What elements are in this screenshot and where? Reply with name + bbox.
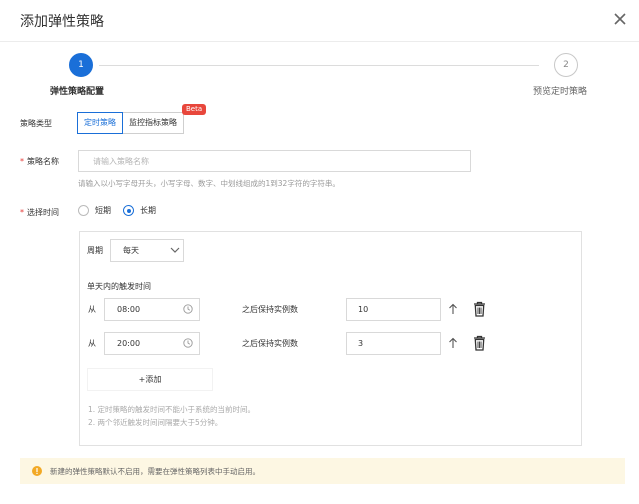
dialog-header: 添加弹性策略 bbox=[0, 0, 639, 42]
from-label: 从 bbox=[88, 339, 96, 348]
arrow-up-icon[interactable] bbox=[448, 303, 458, 315]
arrow-up-icon[interactable] bbox=[448, 337, 458, 349]
schedule-note: 1. 定时策略的触发时间不能小于系统的当前时间。 bbox=[88, 405, 256, 414]
close-icon[interactable] bbox=[610, 9, 630, 29]
step-1-label: 弹性策略配置 bbox=[50, 87, 105, 97]
warning-icon bbox=[32, 466, 42, 476]
period-value: 每天 bbox=[123, 246, 139, 255]
policy-type-metric-button[interactable]: 监控指标策略 bbox=[123, 112, 184, 134]
keep-instances-label: 之后保持实例数 bbox=[242, 339, 298, 348]
from-label: 从 bbox=[88, 305, 96, 314]
info-alert: 新建的弹性策略默认不启用，需要在弹性策略列表中手动启用。 bbox=[20, 458, 625, 484]
policy-name-input[interactable] bbox=[78, 150, 471, 172]
steps-connector bbox=[99, 65, 539, 66]
required-mark: * bbox=[20, 208, 24, 217]
chevron-down-icon bbox=[170, 247, 180, 253]
period-label: 周期 bbox=[87, 246, 103, 255]
trash-icon[interactable] bbox=[473, 301, 486, 317]
beta-badge: Beta bbox=[182, 104, 207, 115]
policy-type-label: 策略类型 bbox=[20, 119, 52, 128]
clock-icon bbox=[183, 304, 193, 314]
instance-count-value: 3 bbox=[358, 339, 364, 348]
schedule-note: 2. 两个邻近触发时间间隔要大于5分钟。 bbox=[88, 418, 223, 427]
step-2-indicator: 2 bbox=[554, 53, 578, 77]
alert-text: 新建的弹性策略默认不启用，需要在弹性策略列表中手动启用。 bbox=[50, 467, 260, 476]
trash-icon[interactable] bbox=[473, 335, 486, 351]
long-term-radio[interactable]: 长期 bbox=[123, 205, 156, 216]
step-1-indicator: 1 bbox=[69, 53, 93, 77]
add-trigger-button[interactable]: +添加 bbox=[87, 368, 213, 391]
keep-instances-label: 之后保持实例数 bbox=[242, 305, 298, 314]
dialog-title: 添加弹性策略 bbox=[20, 14, 104, 30]
policy-name-label: * 策略名称 bbox=[20, 156, 59, 167]
trigger-time-value: 08:00 bbox=[117, 305, 141, 314]
select-time-label-text: 选择时间 bbox=[27, 208, 59, 217]
radio-unchecked-icon bbox=[78, 205, 89, 216]
step-2-label: 预览定时策略 bbox=[533, 87, 588, 97]
policy-name-hint: 请输入以小写字母开头，小写字母、数字、中划线组成的1到32字符的字符串。 bbox=[78, 179, 340, 188]
trigger-time-value: 20:00 bbox=[117, 339, 141, 348]
policy-type-scheduled-button[interactable]: 定时策略 bbox=[77, 112, 123, 134]
instance-count-input[interactable]: 10 bbox=[346, 298, 441, 321]
required-mark: * bbox=[20, 157, 24, 166]
long-term-label: 长期 bbox=[140, 206, 156, 215]
radio-checked-icon bbox=[123, 205, 134, 216]
short-term-radio[interactable]: 短期 bbox=[78, 205, 111, 216]
short-term-label: 短期 bbox=[95, 206, 111, 215]
policy-type-group: 定时策略 监控指标策略 bbox=[77, 112, 184, 134]
select-time-label: * 选择时间 bbox=[20, 207, 59, 218]
trigger-time-section-label: 单天内的触发时间 bbox=[87, 282, 151, 291]
clock-icon bbox=[183, 338, 193, 348]
instance-count-input[interactable]: 3 bbox=[346, 332, 441, 355]
instance-count-value: 10 bbox=[358, 305, 369, 314]
policy-name-label-text: 策略名称 bbox=[27, 157, 59, 166]
